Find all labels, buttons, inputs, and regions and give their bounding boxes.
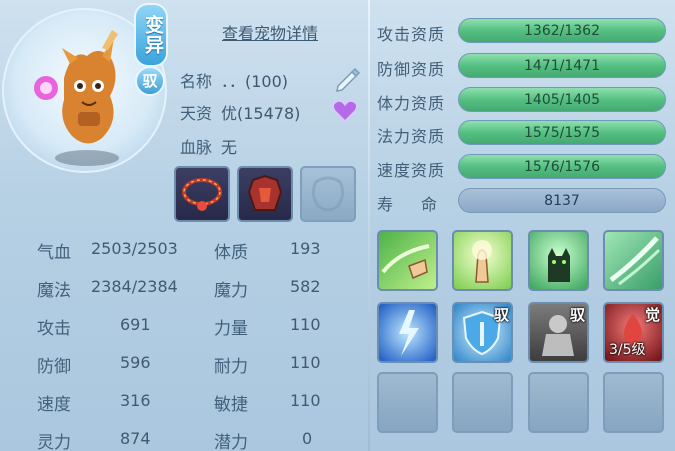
stat-value-agility: 110	[290, 391, 321, 410]
heart-icon	[332, 100, 358, 123]
aptitude-bar-speed: 1576/1576	[458, 154, 666, 179]
stat-label-attack: 攻击	[37, 319, 71, 339]
stat-value-mp: 2384/2384	[91, 277, 178, 296]
skill-yu-tag: 驭	[493, 306, 509, 324]
skill-slot-empty[interactable]	[528, 372, 589, 433]
skill-slot-4[interactable]	[603, 230, 664, 291]
skill-awaken-tag: 觉	[644, 306, 660, 324]
aptitude-label-defense: 防御资质	[377, 60, 446, 79]
wind-blade-skill-icon	[609, 236, 661, 286]
lightning-skill-icon	[399, 310, 419, 356]
skill-slot-3[interactable]	[528, 230, 589, 291]
stat-value-magic-power: 582	[290, 277, 321, 296]
bloodline-label: 血脉	[180, 138, 213, 157]
stat-value-spirit: 874	[120, 429, 151, 448]
stat-value-strength: 110	[290, 315, 321, 334]
skill-slot-1[interactable]	[377, 230, 438, 291]
stat-value-potential: 0	[302, 429, 313, 448]
stat-value-speed: 316	[120, 391, 151, 410]
view-pet-details-link[interactable]: 查看宠物详情	[222, 20, 318, 44]
skill-awaken-level: 3/5级	[609, 342, 646, 358]
favorite-button[interactable]	[332, 99, 358, 123]
skill-slot-empty[interactable]	[603, 372, 664, 433]
pencil-icon	[336, 67, 361, 92]
aptitude-label-stamina: 体力资质	[377, 94, 446, 113]
skill-slot-empty[interactable]	[377, 372, 438, 433]
stat-label-mp: 魔法	[37, 281, 71, 301]
stat-label-speed: 速度	[37, 395, 71, 415]
stat-label-strength: 力量	[214, 319, 248, 339]
empty-slot-icon	[311, 176, 345, 212]
lifespan-bar: 8137	[458, 188, 666, 213]
green-cat-skill-icon	[548, 248, 570, 282]
stat-label-agility: 敏捷	[214, 395, 248, 415]
aptitude-bar-defense: 1471/1471	[458, 53, 666, 78]
skill-yu-tag: 驭	[569, 306, 585, 324]
stat-label-defense: 防御	[37, 357, 71, 377]
skill-slot-7[interactable]: 驭	[528, 302, 589, 363]
aptitude-label-attack: 攻击资质	[377, 25, 446, 44]
skill-slot-5[interactable]	[377, 302, 438, 363]
equipment-slot-collar[interactable]	[174, 166, 230, 222]
armor-equipment-icon	[247, 174, 283, 211]
skill-slot-8[interactable]: 觉 3/5级	[603, 302, 664, 363]
panel-divider	[368, 0, 370, 451]
talent-label: 天资	[180, 104, 213, 123]
stat-label-hp: 气血	[37, 243, 71, 263]
skill-slot-empty[interactable]	[452, 372, 513, 433]
aptitude-label-speed: 速度资质	[377, 161, 446, 180]
stat-value-hp: 2503/2503	[91, 239, 178, 258]
stat-label-constitution: 体质	[214, 243, 248, 263]
talent-value: 优(15478)	[221, 104, 301, 123]
stat-value-defense: 596	[120, 353, 151, 372]
blessing-hand-skill-icon	[472, 240, 492, 283]
pet-name-value: ．．(100)	[221, 72, 289, 91]
stat-label-spirit: 灵力	[37, 433, 71, 451]
skill-slot-6[interactable]: 驭	[452, 302, 513, 363]
lifespan-label: 寿 命	[377, 195, 444, 214]
rename-button[interactable]	[330, 62, 362, 94]
aptitude-bar-stamina: 1405/1405	[458, 87, 666, 112]
collar-equipment-icon	[182, 178, 222, 211]
equipment-slot-empty[interactable]	[300, 166, 356, 222]
stat-label-endurance: 耐力	[214, 357, 248, 377]
wind-hand-skill-icon	[381, 244, 430, 280]
stat-label-potential: 潜力	[214, 433, 248, 451]
bloodline-value: 无	[221, 138, 238, 157]
variant-badge: 变异	[134, 3, 168, 67]
aptitude-label-mana: 法力资质	[377, 127, 446, 146]
yu-badge: 驭	[135, 66, 165, 96]
pet-detail-panel: 变异 驭 查看宠物详情 名称 ．．(100) 天资 优(15478) 血脉 无	[0, 0, 675, 451]
stat-value-constitution: 193	[290, 239, 321, 258]
stat-label-magic-power: 魔力	[214, 281, 248, 301]
aptitude-bar-attack: 1362/1362	[458, 18, 666, 43]
name-label: 名称	[180, 72, 213, 91]
stat-value-endurance: 110	[290, 353, 321, 372]
skill-slot-2[interactable]	[452, 230, 513, 291]
aptitude-bar-mana: 1575/1575	[458, 120, 666, 145]
equipment-slot-armor[interactable]	[237, 166, 293, 222]
stat-value-attack: 691	[120, 315, 151, 334]
